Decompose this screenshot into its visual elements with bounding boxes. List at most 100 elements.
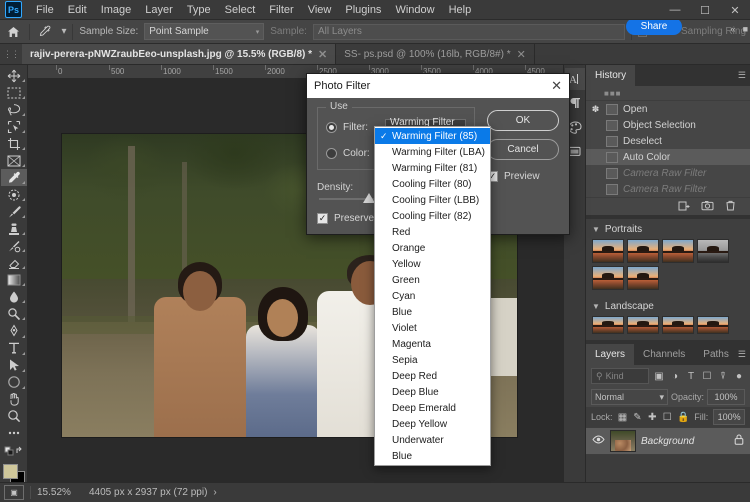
gradient-tool[interactable]	[1, 271, 27, 288]
filter-smart-object-icon[interactable]: ⍒	[717, 371, 729, 382]
close-button[interactable]: ✕	[720, 0, 750, 20]
filter-shape-icon[interactable]: ☐	[701, 371, 713, 382]
path-selection-tool[interactable]	[1, 357, 27, 374]
edit-toolbar-tool[interactable]	[1, 425, 27, 442]
sample-size-select[interactable]: Point Sample ▾	[144, 23, 265, 40]
menu-view[interactable]: View	[301, 1, 339, 19]
dropdown-item[interactable]: Cyan	[375, 288, 490, 304]
layer-kind-filter[interactable]: ⚲ Kind	[591, 368, 649, 384]
layer-row-background[interactable]: Background	[586, 427, 750, 455]
history-brush-tool[interactable]	[1, 237, 27, 254]
lock-image-icon[interactable]: ✎	[632, 412, 642, 423]
dropdown-item[interactable]: Cooling Filter (LBB)	[375, 192, 490, 208]
preset-thumbnail[interactable]	[662, 316, 694, 334]
dropdown-item[interactable]: ✓ Warming Filter (85)	[375, 128, 490, 144]
history-row[interactable]: Object Selection	[586, 117, 750, 133]
menu-filter[interactable]: Filter	[262, 1, 300, 19]
sample-field[interactable]: All Layers	[312, 23, 626, 40]
preview-row[interactable]: ✓ Preview	[487, 171, 559, 182]
create-snapshot-icon[interactable]	[701, 200, 714, 214]
dialog-title-bar[interactable]: Photo Filter ✕	[307, 74, 569, 98]
eraser-tool[interactable]	[1, 254, 27, 271]
dropdown-item[interactable]: Underwater	[375, 432, 490, 448]
home-icon[interactable]	[4, 22, 23, 42]
menu-plugins[interactable]: Plugins	[338, 1, 388, 19]
menu-edit[interactable]: Edit	[61, 1, 94, 19]
dropdown-item[interactable]: Blue	[375, 448, 490, 464]
dropdown-item[interactable]: Cooling Filter (82)	[375, 208, 490, 224]
filter-adjustment-icon[interactable]: ◑	[669, 371, 681, 382]
pen-tool[interactable]	[1, 322, 27, 339]
menu-type[interactable]: Type	[180, 1, 218, 19]
tool-preset-caret[interactable]: ▾	[61, 26, 66, 37]
dropdown-item[interactable]: Violet	[375, 320, 490, 336]
dropdown-item[interactable]: Deep Yellow	[375, 416, 490, 432]
chevron-down-icon[interactable]: ▼	[592, 225, 600, 234]
presets-group-header[interactable]: ▼ Portraits	[586, 222, 750, 237]
screen-mode-icon[interactable]: ▣	[4, 485, 24, 500]
fill-value[interactable]: 100%	[713, 409, 745, 425]
dropdown-item[interactable]: Deep Blue	[375, 384, 490, 400]
lock-all-icon[interactable]: 🔒	[677, 412, 689, 423]
lock-transparent-icon[interactable]: ▦	[618, 412, 628, 423]
tab-bar-grip[interactable]: ⋮⋮	[0, 44, 22, 64]
default-colors-and-swap-icon[interactable]	[1, 442, 27, 459]
minimize-button[interactable]: —	[660, 0, 690, 20]
close-icon[interactable]: ✕	[551, 78, 562, 94]
dropdown-item[interactable]: Deep Emerald	[375, 400, 490, 416]
dropdown-item[interactable]: Sepia	[375, 352, 490, 368]
color-radio[interactable]	[326, 147, 337, 159]
tab-history[interactable]: History	[586, 65, 636, 86]
lasso-tool[interactable]	[1, 101, 27, 118]
history-row-selected[interactable]: Auto Color	[586, 149, 750, 165]
document-tab-unsplash[interactable]: rajiv-perera-pNWZraubEeo-unsplash.jpg @ …	[22, 44, 337, 64]
dropdown-item[interactable]: Warming Filter (81)	[375, 160, 490, 176]
history-row[interactable]: Camera Raw Filter	[586, 181, 750, 197]
menu-image[interactable]: Image	[94, 1, 139, 19]
create-document-from-state-icon[interactable]	[678, 200, 690, 214]
panel-menu-icon[interactable]: ☰	[738, 349, 746, 360]
crop-tool[interactable]	[1, 135, 27, 152]
foreground-color-swatch[interactable]	[2, 463, 18, 479]
collapse-panels-icon[interactable]: «	[731, 24, 736, 34]
close-icon[interactable]: ✕	[318, 48, 327, 61]
opacity-value[interactable]: 100%	[707, 389, 745, 405]
lock-artboard-icon[interactable]: ☐	[662, 412, 672, 423]
preset-thumbnail[interactable]	[627, 266, 659, 290]
lock-icon[interactable]	[734, 434, 744, 448]
preset-thumbnail[interactable]	[697, 239, 729, 263]
menu-select[interactable]: Select	[218, 1, 263, 19]
hand-tool[interactable]	[1, 391, 27, 408]
rectangular-marquee-tool[interactable]	[1, 84, 27, 101]
blur-tool[interactable]	[1, 288, 27, 305]
ellipse-tool[interactable]	[1, 374, 27, 391]
frame-tool[interactable]	[1, 152, 27, 169]
move-tool[interactable]	[1, 67, 27, 84]
dropdown-item[interactable]: Orange	[375, 240, 490, 256]
dropdown-item[interactable]: Red	[375, 224, 490, 240]
object-selection-tool[interactable]	[1, 118, 27, 135]
dropdown-item[interactable]: Warming Filter (LBA)	[375, 144, 490, 160]
menu-file[interactable]: File	[29, 1, 61, 19]
type-tool[interactable]	[1, 340, 27, 357]
preset-thumbnail[interactable]	[662, 239, 694, 263]
panel-menu-icon[interactable]: ☰	[738, 70, 746, 81]
tab-layers[interactable]: Layers	[586, 344, 635, 365]
clone-stamp-tool[interactable]	[1, 220, 27, 237]
cancel-button[interactable]: Cancel	[487, 139, 559, 160]
dropdown-item[interactable]: Green	[375, 272, 490, 288]
filter-toggle-icon[interactable]: ●	[733, 371, 745, 382]
chevron-down-icon[interactable]: ▼	[592, 302, 600, 311]
menu-window[interactable]: Window	[388, 1, 441, 19]
dropdown-item[interactable]: Magenta	[375, 336, 490, 352]
status-expand-arrow[interactable]: ›	[213, 487, 216, 498]
filter-type-icon[interactable]: T	[685, 371, 697, 382]
maximize-button[interactable]: ☐	[690, 0, 720, 20]
color-swatches[interactable]	[1, 463, 27, 486]
preset-thumbnail[interactable]	[627, 316, 659, 334]
document-tab-ps-psd[interactable]: SS- ps.psd @ 100% (16lb, RGB/8#) * ✕	[336, 44, 535, 64]
brush-tool[interactable]	[1, 203, 27, 220]
tab-channels[interactable]: Channels	[634, 344, 694, 365]
dropdown-item[interactable]: Cooling Filter (80)	[375, 176, 490, 192]
preset-thumbnail[interactable]	[627, 239, 659, 263]
